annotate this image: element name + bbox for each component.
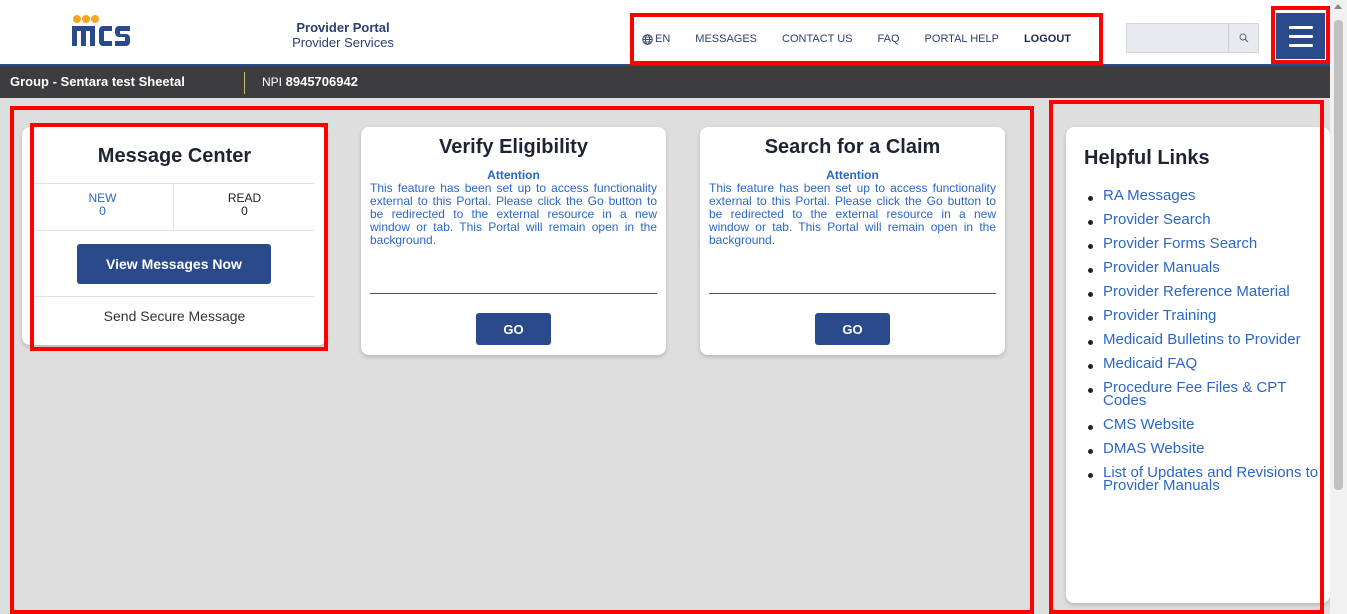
verify-eligibility-title: Verify Eligibility	[439, 136, 588, 158]
npi-value: 8945706942	[285, 74, 358, 89]
read-count: 0	[241, 204, 248, 218]
nav-language-label: EN	[655, 33, 671, 45]
feature-description: This feature has been set up to access f…	[709, 181, 996, 247]
nav-language[interactable]: EN	[642, 33, 670, 45]
hamburger-menu-icon-bar	[1288, 43, 1313, 47]
link-medicaid-faq[interactable]: Medicaid FAQ	[1086, 355, 1330, 372]
new-count: 0	[99, 204, 106, 218]
portal-subtitle-text: Provider Services	[292, 35, 394, 50]
link-label: Provider Reference Material	[1103, 283, 1290, 300]
link-label: DMAS Website	[1103, 440, 1205, 457]
link-label: Medicaid Bulletins to Provider	[1103, 331, 1301, 348]
search-claim-card: Search for a Claim Attention This featur…	[700, 127, 1005, 355]
npi-label: NPI	[262, 75, 283, 89]
link-medicaid-bulletins[interactable]: Medicaid Bulletins to Provider	[1086, 331, 1330, 348]
link-label: List of Updates and Revisions to Provide…	[1103, 464, 1319, 494]
mcs-logo[interactable]	[72, 14, 132, 48]
view-messages-button[interactable]: View Messages Now	[77, 244, 271, 284]
helpful-links-title: Helpful Links	[1084, 147, 1210, 169]
link-provider-training[interactable]: Provider Training	[1086, 307, 1330, 324]
nav-messages[interactable]: MESSAGES	[695, 33, 757, 45]
link-label: RA Messages	[1103, 189, 1196, 204]
search-button[interactable]	[1228, 24, 1258, 52]
search-box	[1126, 23, 1259, 53]
scrollbar-thumb[interactable]	[1334, 20, 1343, 490]
message-center-title: Message Center	[97, 145, 252, 167]
nav-contact-us[interactable]: CONTACT US	[782, 33, 853, 45]
hamburger-menu-icon	[1288, 25, 1313, 29]
divider	[370, 293, 657, 294]
link-list-of-updates[interactable]: List of Updates and Revisions to Provide…	[1086, 464, 1330, 494]
nav-logout[interactable]: LOGOUT	[1024, 33, 1071, 45]
message-counts: NEW 0 READ 0	[32, 183, 315, 231]
link-dmas-website[interactable]: DMAS Website	[1086, 440, 1330, 457]
portal-title-text: Provider Portal	[296, 20, 390, 35]
link-label: Medicaid FAQ	[1103, 355, 1198, 372]
divider	[32, 296, 315, 297]
top-header: Provider Portal Provider Services EN MES…	[0, 0, 1347, 64]
message-center-card: Message Center NEW 0 READ 0 View Message…	[22, 127, 327, 345]
page-scrollbar[interactable]	[1330, 0, 1347, 614]
new-messages-count[interactable]: NEW 0	[32, 184, 174, 230]
nav-portal-help[interactable]: PORTAL HELP	[925, 33, 999, 45]
npi-info: NPI 8945706942	[262, 74, 358, 89]
divider	[709, 293, 996, 294]
verify-eligibility-go-button[interactable]: GO	[476, 313, 551, 345]
globe-icon	[642, 33, 653, 45]
search-icon	[1239, 33, 1248, 43]
link-label: Procedure Fee Files & CPT Codes	[1103, 379, 1287, 409]
link-label: Provider Manuals	[1103, 259, 1220, 276]
top-nav: EN MESSAGES CONTACT US FAQ PORTAL HELP L…	[642, 30, 1071, 48]
scroll-up-arrow-icon[interactable]	[1334, 4, 1342, 9]
hamburger-menu-icon-bar	[1288, 34, 1313, 38]
link-label: Provider Search	[1103, 211, 1211, 228]
group-divider	[244, 72, 245, 94]
link-label: Provider Training	[1103, 307, 1217, 324]
link-cms-website[interactable]: CMS Website	[1086, 416, 1330, 433]
nav-faq[interactable]: FAQ	[878, 33, 900, 45]
link-ra-messages[interactable]: RA Messages	[1086, 189, 1330, 204]
read-messages-count: READ 0	[174, 184, 315, 230]
verify-eligibility-card: Verify Eligibility Attention This featur…	[361, 127, 666, 355]
link-label: CMS Website	[1103, 416, 1195, 433]
helpful-links-card: Helpful Links RA Messages Provider Searc…	[1066, 127, 1330, 603]
link-provider-reference-material[interactable]: Provider Reference Material	[1086, 283, 1330, 300]
feature-description: This feature has been set up to access f…	[370, 181, 657, 247]
group-name: Group - Sentara test Sheetal	[10, 74, 185, 89]
link-provider-search[interactable]: Provider Search	[1086, 211, 1330, 228]
search-claim-go-button[interactable]: GO	[815, 313, 890, 345]
search-claim-title: Search for a Claim	[764, 136, 941, 158]
search-input[interactable]	[1127, 24, 1230, 52]
link-provider-forms-search[interactable]: Provider Forms Search	[1086, 235, 1330, 252]
send-secure-message-link[interactable]: Send Secure Message	[22, 308, 327, 324]
link-provider-manuals[interactable]: Provider Manuals	[1086, 259, 1330, 276]
link-procedure-fee-files[interactable]: Procedure Fee Files & CPT Codes	[1086, 379, 1330, 409]
link-label: Provider Forms Search	[1103, 235, 1258, 252]
helpful-links-list: RA Messages Provider Search Provider For…	[1086, 189, 1330, 579]
group-bar: Group - Sentara test Sheetal NPI 8945706…	[0, 64, 1347, 98]
hamburger-menu-button[interactable]	[1276, 13, 1325, 59]
portal-title: Provider Portal Provider Services	[268, 20, 418, 50]
main-content: Message Center NEW 0 READ 0 View Message…	[0, 98, 1330, 614]
